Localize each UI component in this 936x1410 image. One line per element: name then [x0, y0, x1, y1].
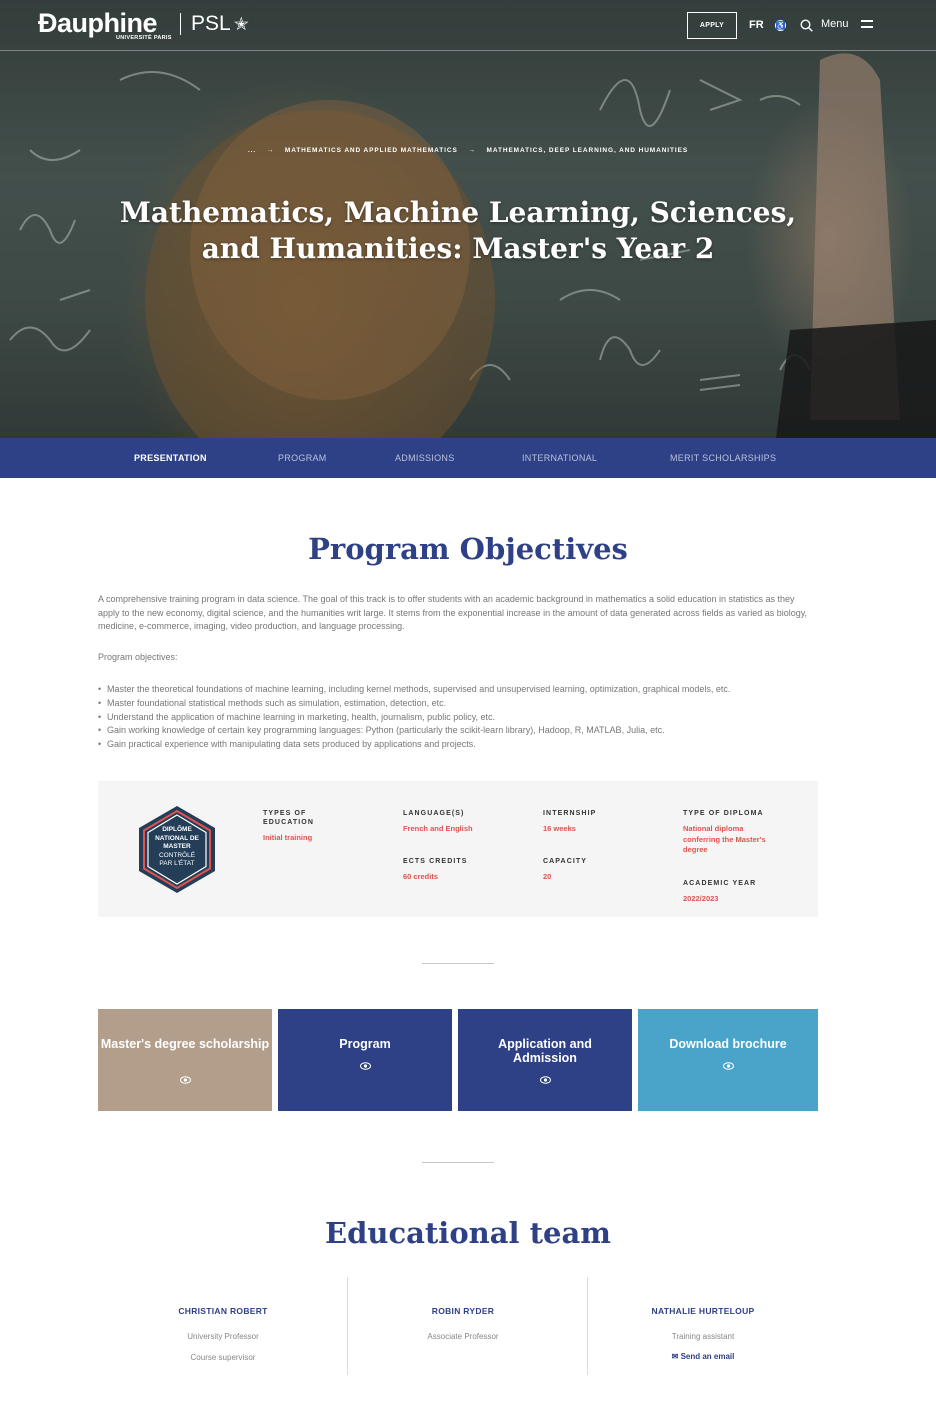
scholarship-card[interactable]: Master's degree scholarship — [98, 1009, 272, 1111]
program-card[interactable]: Program — [278, 1009, 452, 1111]
team-member: ROBIN RYDER Associate Professor — [348, 1277, 578, 1375]
diploma-badge-text: DIPLÔME NATIONAL DE MASTER CONTRÔLÉ PAR … — [155, 826, 199, 867]
search-icon[interactable] — [800, 19, 813, 32]
section-tabs: PRESENTATION PROGRAM ADMISSIONS INTERNAT… — [0, 438, 936, 478]
breadcrumb-item-current: MATHEMATICS, DEEP LEARNING, AND HUMANITI… — [486, 147, 689, 154]
tab-program[interactable]: PROGRAM — [278, 453, 327, 463]
program-info-box: DIPLÔME NATIONAL DE MASTER CONTRÔLÉ PAR … — [98, 781, 818, 917]
academic-year-field: ACADEMIC YEAR 2022/2023 — [683, 880, 757, 903]
breadcrumb: ... → MATHEMATICS AND APPLIED MATHEMATIC… — [0, 147, 936, 154]
member-name: CHRISTIAN ROBERT — [178, 1306, 268, 1316]
dauphine-logo[interactable]: Ɖauphine UNIVERSITÉ PARIS — [38, 10, 171, 42]
objectives-lead: Program objectives: — [98, 652, 178, 662]
email-icon: ✉ — [671, 1352, 679, 1361]
list-item: Master foundational statistical methods … — [98, 697, 808, 711]
team-member: NATHALIE HURTELOUP Training assistant ✉ … — [588, 1277, 818, 1375]
member-name: ROBIN RYDER — [431, 1306, 495, 1316]
arrow-right-icon: → — [266, 147, 275, 154]
apply-button[interactable]: APPLY — [687, 12, 737, 39]
arrow-right-icon: → — [468, 147, 476, 154]
eye-icon — [98, 1076, 272, 1087]
eye-icon — [458, 1076, 632, 1087]
psl-star-icon: ✭ — [233, 14, 249, 34]
education-types-field: TYPES OF EDUCATION Initial training — [263, 810, 314, 842]
language-switch[interactable]: FR — [749, 19, 764, 31]
diploma-type-field: TYPE OF DIPLOMA National diploma conferr… — [683, 810, 766, 854]
ects-credits-field: ECTS CREDITS 60 credits — [403, 858, 468, 881]
accessibility-icon[interactable]: ♿ — [775, 20, 786, 31]
internship-field: INTERNSHIP 16 weeks — [543, 810, 597, 833]
objectives-intro: A comprehensive training program in data… — [98, 594, 808, 631]
member-extra-role: Course supervisor — [190, 1353, 256, 1362]
member-role: Training assistant — [671, 1332, 735, 1341]
eye-icon — [638, 1062, 818, 1073]
member-role: Associate Professor — [427, 1332, 499, 1341]
list-item: Gain working knowledge of certain key pr… — [98, 724, 808, 738]
list-item: Gain practical experience with manipulat… — [98, 738, 808, 752]
list-item: Master the theoretical foundations of ma… — [98, 683, 808, 697]
tab-admissions[interactable]: ADMISSIONS — [395, 453, 455, 463]
objectives-list: Master the theoretical foundations of ma… — [98, 683, 808, 752]
application-admission-card[interactable]: Application and Admission — [458, 1009, 632, 1111]
capacity-field: CAPACITY 20 — [543, 858, 588, 881]
tab-merit-scholarships[interactable]: MERIT SCHOLARSHIPS — [670, 453, 776, 463]
team-member: CHRISTIAN ROBERT University Professor Co… — [108, 1277, 338, 1375]
menu-icon[interactable] — [861, 20, 873, 29]
breadcrumb-item-applied-math[interactable]: MATHEMATICS AND APPLIED MATHEMATICS — [285, 147, 458, 154]
send-email-link[interactable]: ✉ Send an email — [588, 1352, 818, 1361]
breadcrumb-ellipsis[interactable]: ... — [248, 147, 256, 154]
tab-international[interactable]: INTERNATIONAL — [522, 453, 597, 463]
top-navigation: Ɖauphine UNIVERSITÉ PARIS PSL ✭ APPLY FR … — [0, 0, 936, 51]
eye-icon — [278, 1062, 452, 1073]
menu-label[interactable]: Menu — [821, 18, 849, 30]
psl-logo[interactable]: PSL ✭ — [180, 12, 249, 35]
section-divider — [422, 963, 494, 964]
hero-banner: Ɖauphine UNIVERSITÉ PARIS PSL ✭ APPLY FR … — [0, 0, 936, 438]
list-item: Understand the application of machine le… — [98, 711, 808, 725]
objectives-title: Program Objectives — [308, 532, 628, 566]
team-title: Educational team — [325, 1216, 611, 1250]
download-brochure-card[interactable]: Download brochure — [638, 1009, 818, 1111]
tab-presentation[interactable]: PRESENTATION — [134, 453, 207, 463]
member-name: NATHALIE HURTELOUP — [651, 1306, 755, 1316]
member-role: University Professor — [187, 1332, 259, 1341]
section-divider — [422, 1162, 494, 1163]
languages-field: LANGUAGE(S) French and English — [403, 810, 473, 833]
page-title: Mathematics, Machine Learning, Sciences,… — [119, 196, 797, 265]
